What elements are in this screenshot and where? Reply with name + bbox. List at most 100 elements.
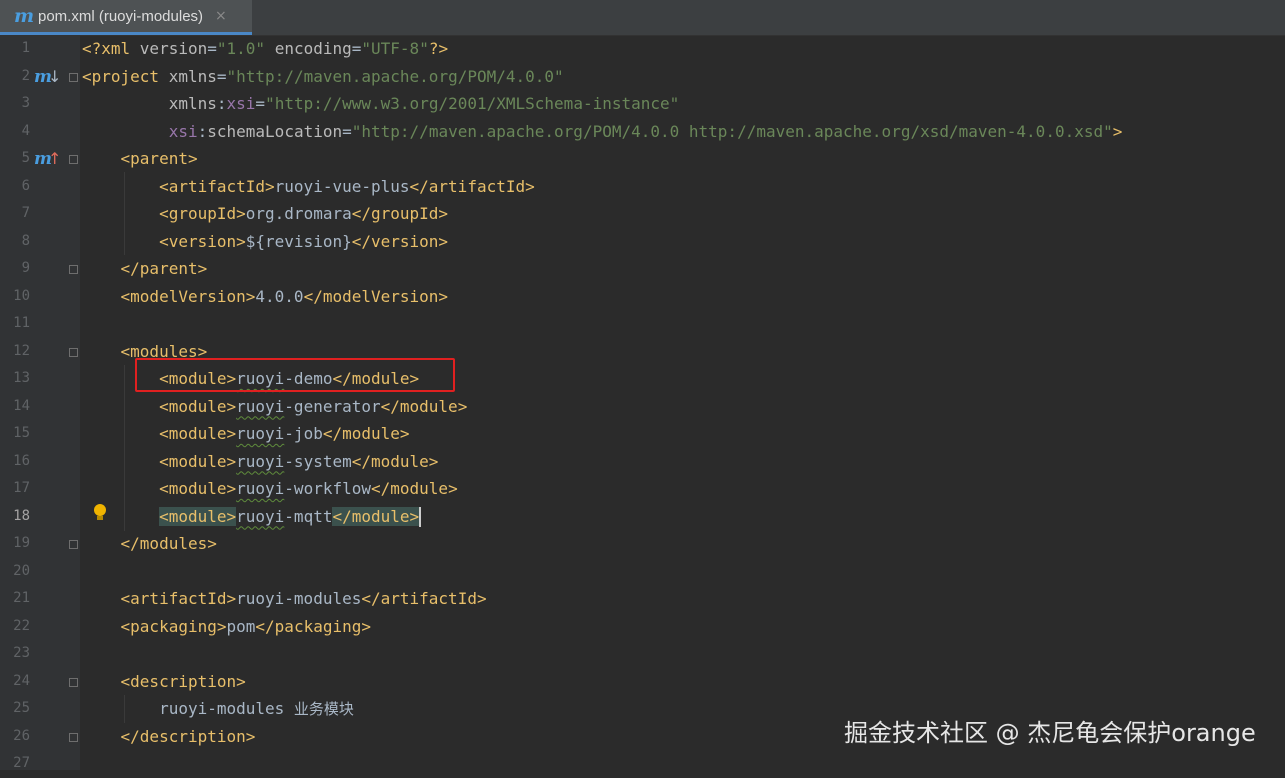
code-token: </artifactId>	[409, 176, 535, 196]
line-number: 18	[13, 507, 30, 524]
code-text[interactable]: <module>ruoyi-system</module>	[82, 448, 438, 476]
code-line[interactable]: 24 <description>	[0, 668, 1285, 696]
code-line[interactable]: 17 <module>ruoyi-workflow</module>	[0, 475, 1285, 503]
code-text[interactable]: <packaging>pom</packaging>	[82, 613, 371, 641]
fold-marker-icon[interactable]	[69, 733, 78, 742]
code-text[interactable]: xsi:schemaLocation="http://maven.apache.…	[82, 118, 1123, 146]
code-line[interactable]: 27	[0, 750, 1285, 778]
indent-guide	[124, 695, 125, 723]
code-token: "UTF-8"	[361, 39, 429, 58]
code-token: xmlns	[168, 66, 217, 86]
code-token: pom	[226, 616, 256, 636]
code-token: -workflow	[284, 479, 371, 498]
code-line[interactable]: 7 <groupId>org.dromara</groupId>	[0, 200, 1285, 228]
line-number: 27	[13, 755, 30, 771]
code-line[interactable]: 11	[0, 310, 1285, 338]
code-text[interactable]: <groupId>org.dromara</groupId>	[82, 200, 448, 228]
code-token: 业务模块	[293, 700, 354, 718]
line-number: 19	[13, 535, 30, 551]
fold-marker-icon[interactable]	[69, 540, 78, 549]
code-text[interactable]: xmlns:xsi="http://www.w3.org/2001/XMLSch…	[82, 90, 680, 118]
code-text[interactable]: <module>ruoyi-generator</module>	[82, 393, 467, 421]
code-text[interactable]: <artifactId>ruoyi-vue-plus</artifactId>	[82, 173, 535, 201]
line-number: 21	[13, 590, 30, 606]
code-line[interactable]: 14 <module>ruoyi-generator</module>	[0, 393, 1285, 421]
line-number: 26	[13, 727, 30, 744]
code-token: <project	[82, 66, 169, 86]
code-line[interactable]: 3 xmlns:xsi="http://www.w3.org/2001/XMLS…	[0, 90, 1285, 118]
code-token: </modelVersion>	[303, 286, 449, 306]
code-text[interactable]: <module>ruoyi-workflow</module>	[82, 475, 458, 503]
arrow-down-icon[interactable]: ↓	[48, 67, 61, 87]
line-number: 22	[13, 617, 30, 634]
arrow-up-icon[interactable]: ↑	[48, 149, 61, 169]
code-text[interactable]: </parent>	[82, 255, 208, 283]
code-line[interactable]: 6 <artifactId>ruoyi-vue-plus</artifactId…	[0, 173, 1285, 201]
code-token: <?xml	[82, 39, 140, 58]
code-text[interactable]: <artifactId>ruoyi-modules</artifactId>	[82, 585, 487, 613]
code-text[interactable]: </description>	[82, 723, 256, 751]
close-icon[interactable]: ×	[215, 8, 227, 24]
code-text[interactable]: <project xmlns="http://maven.apache.org/…	[82, 63, 564, 91]
code-token: <version>	[159, 231, 246, 251]
fold-marker-icon[interactable]	[69, 348, 78, 357]
code-text[interactable]: </modules>	[82, 530, 217, 558]
code-text[interactable]: <parent>	[82, 145, 198, 173]
code-text[interactable]: <description>	[82, 668, 246, 696]
fold-marker-icon[interactable]	[69, 265, 78, 274]
code-token: ?>	[428, 39, 449, 58]
code-token: xsi	[168, 121, 198, 141]
code-token: ${revision}	[245, 231, 352, 251]
code-line[interactable]: 21 <artifactId>ruoyi-modules</artifactId…	[0, 585, 1285, 613]
code-token: <parent>	[120, 149, 198, 168]
code-line[interactable]: 1 <?xml version="1.0" encoding="UTF-8"?>	[0, 35, 1285, 63]
code-line[interactable]: 18 <module>ruoyi-mqtt</module>	[0, 503, 1285, 531]
fold-marker-icon[interactable]	[69, 155, 78, 164]
watermark: 掘金技术社区 @ 杰尼龟会保护orange	[844, 719, 1256, 747]
code-token: org.dromara	[245, 204, 352, 223]
line-number: 14	[13, 397, 30, 414]
line-number: 10	[13, 287, 30, 304]
code-token: </module>	[371, 479, 458, 498]
code-line[interactable]: 2 <project xmlns="http://maven.apache.org…	[0, 63, 1285, 91]
matched-tag: </module>	[332, 506, 420, 526]
line-number: 23	[13, 645, 30, 661]
code-token: xmlns	[168, 94, 217, 113]
code-line[interactable]: 4 xsi:schemaLocation="http://maven.apach…	[0, 118, 1285, 146]
code-line[interactable]: 8 <version>${revision}</version>	[0, 228, 1285, 256]
code-line[interactable]: 23	[0, 640, 1285, 668]
code-line[interactable]: 10 <modelVersion>4.0.0</modelVersion>	[0, 283, 1285, 311]
code-token: <module>	[159, 451, 237, 471]
code-token: <modelVersion>	[120, 286, 256, 306]
code-token: -system	[284, 451, 352, 471]
code-line[interactable]: 15 <module>ruoyi-job</module>	[0, 420, 1285, 448]
code-token: "http://maven.apache.org/POM/4.0.0"	[226, 66, 564, 86]
fold-marker-icon[interactable]	[69, 678, 78, 687]
code-line[interactable]: 22 <packaging>pom</packaging>	[0, 613, 1285, 641]
code-text[interactable]: <version>${revision}</version>	[82, 228, 448, 256]
code-line[interactable]: 20	[0, 558, 1285, 586]
code-line[interactable]: 5 <parent>	[0, 145, 1285, 173]
fold-marker-icon[interactable]	[69, 73, 78, 82]
tab-pom-xml[interactable]: m pom.xml (ruoyi-modules) ×	[0, 0, 252, 35]
code-line[interactable]: 9 </parent>	[0, 255, 1285, 283]
code-text[interactable]: <modelVersion>4.0.0</modelVersion>	[82, 283, 449, 311]
code-token: </groupId>	[351, 204, 449, 223]
code-line[interactable]: 19 </modules>	[0, 530, 1285, 558]
lightbulb-icon[interactable]	[94, 504, 106, 520]
code-text[interactable]: <module>ruoyi-mqtt</module>	[82, 503, 422, 531]
code-text[interactable]: <module>ruoyi-job</module>	[82, 420, 409, 448]
code-token: </modules>	[120, 534, 217, 553]
code-text[interactable]: <?xml version="1.0" encoding="UTF-8"?>	[82, 35, 448, 63]
code-line[interactable]: 16 <module>ruoyi-system</module>	[0, 448, 1285, 476]
code-token: <artifactId>	[159, 176, 275, 196]
code-text[interactable]: ruoyi-modules 业务模块	[82, 695, 354, 724]
